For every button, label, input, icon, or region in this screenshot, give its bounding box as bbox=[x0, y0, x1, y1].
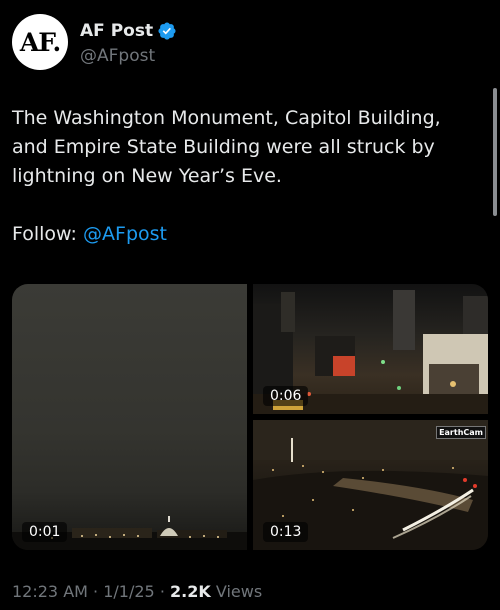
tweet-body: The Washington Monument, Capitol Buildin… bbox=[12, 104, 482, 249]
follow-label: Follow: bbox=[12, 223, 77, 245]
follow-line: Follow: @AFpost bbox=[12, 220, 482, 249]
media-grid: 0:01 0:06 EarthCam 0:13 bbox=[12, 284, 488, 550]
mention-link[interactable]: @AFpost bbox=[83, 223, 167, 245]
views-count[interactable]: 2.2K bbox=[170, 582, 211, 601]
video-thumbnail-nyc-street[interactable]: 0:06 bbox=[253, 284, 488, 414]
avatar[interactable]: AF. bbox=[12, 14, 68, 70]
verified-badge-icon bbox=[158, 22, 176, 40]
meta-separator: · bbox=[159, 582, 165, 601]
tweet-meta: 12:23 AM · 1/1/25 · 2.2K Views bbox=[12, 582, 262, 601]
author-name-row: AF Post bbox=[80, 21, 177, 41]
views-label: Views bbox=[215, 582, 263, 601]
author-handle[interactable]: @AFpost bbox=[80, 46, 155, 66]
video-duration: 0:13 bbox=[263, 522, 309, 542]
earthcam-watermark: EarthCam bbox=[436, 426, 486, 439]
video-duration: 0:01 bbox=[22, 522, 68, 542]
video-duration: 0:06 bbox=[263, 386, 309, 406]
video-thumbnail-capitol[interactable]: 0:01 bbox=[12, 284, 247, 550]
tweet-text: The Washington Monument, Capitol Buildin… bbox=[12, 107, 441, 187]
author-name[interactable]: AF Post bbox=[80, 21, 153, 41]
video-thumbnail-dc-aerial[interactable]: EarthCam 0:13 bbox=[253, 420, 488, 550]
scrollbar[interactable] bbox=[493, 88, 497, 216]
meta-separator: · bbox=[93, 582, 99, 601]
tweet-date[interactable]: 1/1/25 bbox=[103, 582, 155, 601]
tweet-time[interactable]: 12:23 AM bbox=[12, 582, 88, 601]
